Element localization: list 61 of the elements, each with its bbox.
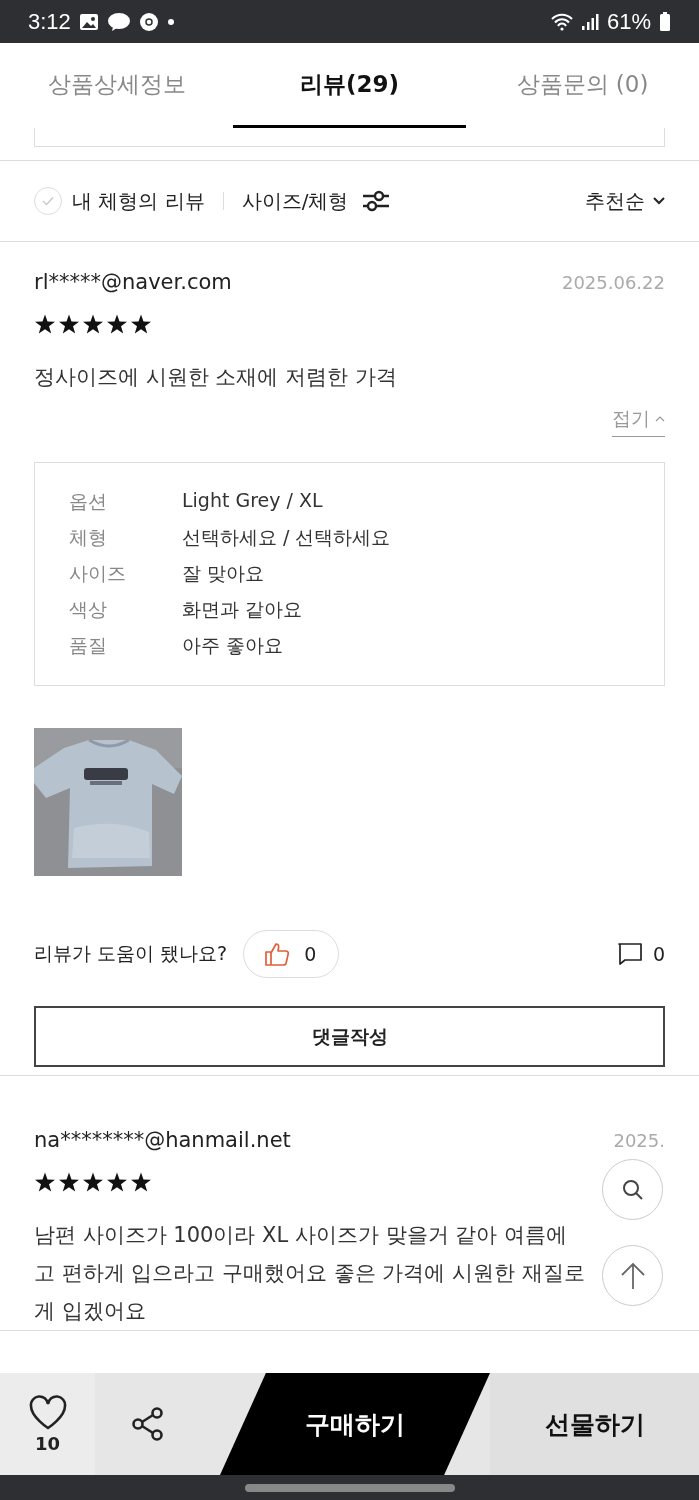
buy-button[interactable]: 구매하기 bbox=[220, 1373, 490, 1475]
circle-badge-icon bbox=[138, 11, 159, 32]
star-icon bbox=[83, 314, 103, 334]
comment-count: 0 bbox=[652, 943, 665, 965]
detail-value: 화면과 같아요 bbox=[182, 597, 303, 622]
reviewer-id: rl*****@naver.com bbox=[34, 270, 232, 294]
my-body-label[interactable]: 내 체형의 리뷰 bbox=[72, 187, 205, 215]
chevron-down-icon bbox=[653, 197, 665, 205]
star-icon bbox=[59, 1172, 79, 1192]
battery-icon bbox=[659, 11, 671, 32]
star-icon bbox=[107, 314, 127, 334]
star-icon bbox=[83, 1172, 103, 1192]
helpful-question: 리뷰가 도움이 됐나요? bbox=[34, 941, 228, 966]
star-icon bbox=[35, 314, 55, 334]
chevron-up-icon bbox=[655, 416, 665, 422]
tab[interactable]: 상품상세정보 bbox=[0, 43, 233, 128]
detail-value: Light Grey / XL bbox=[182, 489, 323, 513]
chat-bubble-icon bbox=[106, 11, 131, 32]
tab[interactable]: 상품문의 (0) bbox=[466, 43, 699, 128]
battery-percent: 61% bbox=[606, 8, 651, 35]
detail-value: 잘 맞아요 bbox=[182, 561, 265, 586]
detail-value: 선택하세요 / 선택하세요 bbox=[182, 525, 391, 550]
gesture-handle[interactable] bbox=[244, 1483, 455, 1492]
review-text: 정사이즈에 시원한 소재에 저렴한 가격 bbox=[34, 364, 397, 391]
review-text: 고 편하게 입으라고 구매했어요 좋은 가격에 시원한 재질로 bbox=[34, 1260, 585, 1287]
comment-icon[interactable] bbox=[616, 941, 643, 967]
status-time: 3:12 bbox=[28, 8, 71, 35]
review-text: 게 입겠어요 bbox=[34, 1298, 146, 1325]
gift-button[interactable]: 선물하기 bbox=[490, 1373, 699, 1475]
dot-icon bbox=[166, 17, 175, 26]
detail-value: 아주 좋아요 bbox=[182, 633, 284, 658]
signal-icon bbox=[580, 12, 599, 31]
review-date: 2025. bbox=[613, 1129, 665, 1151]
star-icon bbox=[107, 1172, 127, 1192]
detail-label: 옵션 bbox=[69, 489, 108, 514]
search-icon bbox=[620, 1177, 645, 1202]
star-icon bbox=[131, 1172, 151, 1192]
detail-label: 색상 bbox=[69, 597, 108, 622]
image-icon bbox=[78, 11, 99, 32]
reviewer-id: na********@hanmail.net bbox=[34, 1128, 291, 1152]
star-icon bbox=[131, 314, 151, 334]
star-icon bbox=[59, 314, 79, 334]
tab[interactable]: 리뷰(29) bbox=[233, 43, 466, 128]
write-comment-button[interactable]: 댓글작성 bbox=[34, 1006, 665, 1067]
check-icon bbox=[42, 196, 54, 206]
sort-dropdown[interactable]: 추천순 bbox=[585, 187, 665, 215]
arrow-up-icon bbox=[619, 1261, 646, 1290]
share-icon bbox=[129, 1406, 166, 1442]
thumbs-up-icon bbox=[264, 941, 291, 967]
review-text: 남편 사이즈가 100이라 XL 사이즈가 맞을거 같아 여름에 bbox=[34, 1222, 567, 1249]
star-icon bbox=[35, 1172, 55, 1192]
sliders-icon[interactable] bbox=[362, 189, 391, 213]
review-date: 2025.06.22 bbox=[561, 271, 665, 293]
like-button[interactable]: 0 bbox=[243, 930, 340, 978]
wifi-icon bbox=[550, 12, 573, 31]
detail-label: 사이즈 bbox=[69, 561, 127, 586]
detail-label: 체형 bbox=[69, 525, 108, 550]
wishlist-button[interactable]: 10 bbox=[0, 1373, 95, 1475]
detail-label: 품질 bbox=[69, 633, 108, 658]
size-filter-label[interactable]: 사이즈/체형 bbox=[241, 187, 349, 215]
heart-icon bbox=[27, 1394, 68, 1431]
